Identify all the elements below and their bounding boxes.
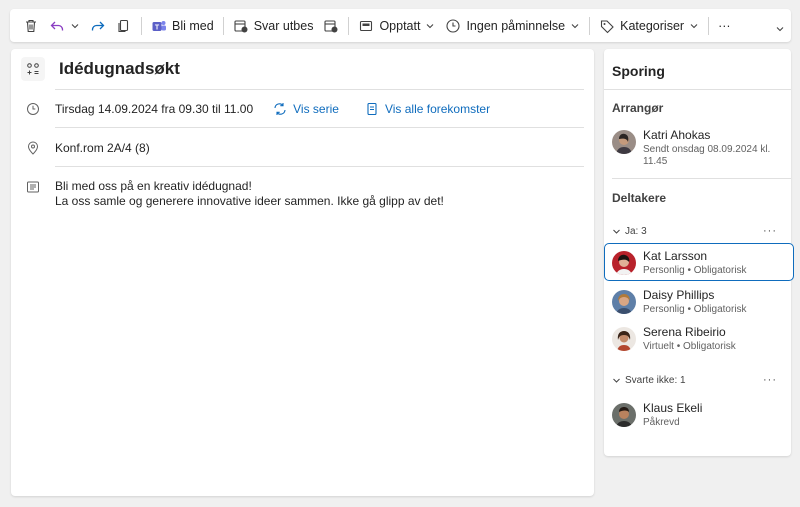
attendees-heading: Deltakere [612, 191, 667, 205]
reminder-label: Ingen påminnelse [466, 18, 566, 33]
categorize-dropdown[interactable]: Kategoriser [594, 13, 704, 39]
reply-requested-button[interactable]: Svar utbes [228, 13, 319, 39]
view-series-label: Vis serie [293, 102, 339, 116]
attendee-name: Kat Larsson [643, 249, 708, 263]
tracking-title: Sporing [612, 63, 665, 79]
calendar-clock-button[interactable] [318, 13, 344, 39]
expand-chevron-icon[interactable] [775, 23, 785, 33]
view-occurrences-link[interactable]: Vis alle forekomster [365, 102, 490, 116]
command-toolbar: T Bli med Svar utbes Opptatt Ingen påmin… [10, 9, 791, 42]
attendee-item[interactable]: Klaus Ekeli Påkrevd [612, 401, 702, 429]
datetime-row: Tirsdag 14.09.2024 fra 09.30 til 11.00 V… [26, 102, 490, 116]
group-accepted-label: Ja: 3 [625, 225, 647, 237]
clock-icon [26, 102, 40, 116]
organizer-sent: 11.45 [643, 156, 668, 167]
chevron-down-icon [612, 227, 621, 236]
description-line: La oss samle og generere innovative idee… [55, 194, 444, 208]
svg-text:T: T [155, 24, 160, 31]
calendar-reply-icon [233, 18, 249, 34]
group-accepted-header[interactable]: Ja: 3 ··· [612, 225, 777, 237]
toolbar-divider [348, 16, 350, 35]
more-icon: ··· [718, 18, 731, 33]
teams-icon: T [151, 18, 167, 34]
busy-status-icon [358, 18, 374, 34]
organizer-sent: Sendt onsdag 08.09.2024 kl. [643, 144, 771, 155]
group-no-reply-label: Svarte ikke: 1 [625, 374, 686, 386]
organizer-heading: Arrangør [612, 101, 664, 115]
undo-icon [49, 18, 65, 34]
chevron-down-icon [689, 21, 699, 31]
chevron-down-icon [612, 376, 621, 385]
event-description: Bli med oss på en kreativ idédugnad! La … [55, 179, 444, 209]
copy-icon [116, 18, 132, 34]
avatar [612, 130, 636, 154]
location-row: Konf.rom 2A/4 (8) [26, 141, 150, 155]
calendar-clock-icon [323, 18, 339, 34]
reply-requested-label: Svar utbes [253, 18, 314, 33]
divider [604, 89, 791, 90]
divider [55, 127, 584, 128]
more-options-button[interactable]: ··· [713, 13, 736, 39]
divider [55, 89, 584, 90]
copy-button[interactable] [111, 13, 137, 39]
event-category-icon [21, 57, 45, 81]
show-as-label: Opptatt [379, 18, 421, 33]
attendee-detail: Personlig • Obligatorisk [643, 265, 747, 276]
attendee-item[interactable]: Serena Ribeirio Virtuelt • Obligatorisk [612, 325, 736, 353]
trash-icon [23, 18, 39, 34]
chevron-down-icon[interactable] [70, 21, 80, 31]
attendee-detail: Påkrevd [643, 417, 680, 428]
attendee-name: Klaus Ekeli [643, 401, 703, 415]
avatar [612, 327, 636, 351]
event-datetime: Tirsdag 14.09.2024 fra 09.30 til 11.00 [55, 102, 254, 116]
organizer[interactable]: Katri Ahokas Sendt onsdag 08.09.2024 kl.… [612, 128, 770, 168]
description-icon [26, 180, 40, 194]
join-label: Bli med [172, 18, 214, 33]
recurrence-icon [274, 103, 286, 115]
toolbar-divider [708, 16, 710, 35]
more-icon[interactable]: ··· [763, 374, 777, 386]
more-icon[interactable]: ··· [763, 225, 777, 237]
attendee-name: Serena Ribeirio [643, 325, 726, 339]
divider [55, 166, 584, 167]
attendee-item[interactable]: Daisy Phillips Personlig • Obligatorisk [612, 288, 747, 316]
categorize-label: Kategoriser [620, 18, 685, 33]
attendee-detail: Personlig • Obligatorisk [643, 304, 747, 315]
chevron-down-icon [425, 21, 435, 31]
description-line: Bli med oss på en kreativ idédugnad! [55, 179, 252, 193]
location-pin-icon [26, 141, 40, 155]
toolbar-divider [222, 16, 224, 35]
toolbar-divider [589, 16, 591, 35]
page-title: Idédugnadsøkt [59, 59, 180, 78]
clock-icon [445, 18, 461, 34]
avatar [612, 251, 636, 275]
event-location: Konf.rom 2A/4 (8) [55, 141, 150, 155]
group-no-reply-header[interactable]: Svarte ikke: 1 ··· [612, 374, 777, 386]
attendee-name: Daisy Phillips [643, 288, 715, 302]
undo-button[interactable] [44, 13, 85, 39]
organizer-name: Katri Ahokas [643, 128, 711, 142]
view-occurrences-label: Vis alle forekomster [384, 102, 491, 116]
attendee-detail: Virtuelt • Obligatorisk [643, 341, 736, 352]
view-series-link[interactable]: Vis serie [273, 102, 339, 116]
divider [612, 178, 791, 179]
forward-button[interactable] [85, 13, 111, 39]
event-details-panel: Idédugnadsøkt Tirsdag 14.09.2024 fra 09.… [11, 49, 594, 496]
toolbar-divider [141, 16, 142, 35]
forward-icon [90, 18, 106, 34]
tag-icon [599, 18, 615, 34]
tracking-panel: Sporing Arrangør Katri Ahokas Sendt onsd… [604, 49, 794, 456]
avatar [612, 290, 636, 314]
join-button[interactable]: T Bli med [146, 13, 219, 39]
chevron-down-icon [570, 21, 580, 31]
show-as-dropdown[interactable]: Opptatt [353, 13, 440, 39]
delete-button[interactable] [18, 13, 44, 39]
reminder-dropdown[interactable]: Ingen påminnelse [440, 13, 585, 39]
avatar [612, 403, 636, 427]
list-document-icon [367, 102, 377, 116]
title-row: Idédugnadsøkt [21, 57, 180, 81]
attendee-item[interactable]: Kat Larsson Personlig • Obligatorisk [612, 249, 747, 277]
